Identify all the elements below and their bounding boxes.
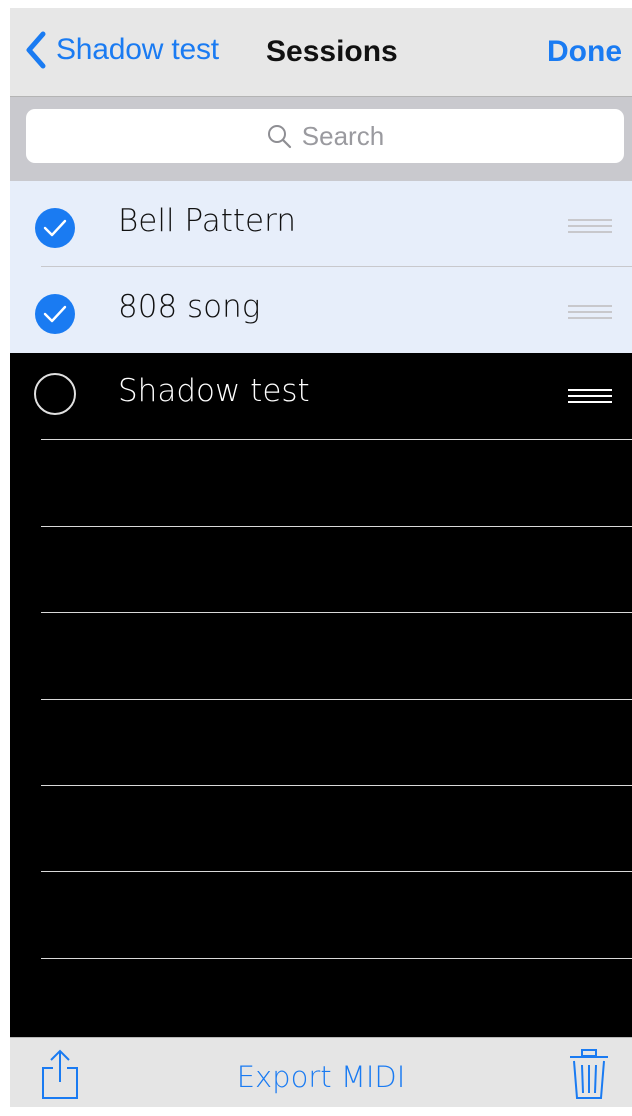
export-midi-button[interactable]: Export MIDI — [237, 1060, 406, 1094]
empty-row-divider — [41, 699, 632, 700]
reorder-grip-icon[interactable] — [568, 389, 612, 403]
empty-row-divider — [41, 958, 632, 959]
export-midi-button-wrap: Export MIDI — [10, 1060, 632, 1094]
session-row-shadow-test[interactable]: Shadow test — [10, 353, 632, 439]
navigation-bar: Shadow test Sessions Done — [10, 8, 632, 97]
empty-row-divider — [41, 526, 632, 527]
trash-icon[interactable] — [568, 1048, 610, 1102]
bottom-toolbar: Export MIDI — [10, 1037, 632, 1107]
search-placeholder: Search — [301, 120, 385, 151]
search-icon — [267, 125, 291, 149]
empty-circle-icon[interactable] — [34, 373, 76, 415]
search-input[interactable]: Search — [26, 109, 624, 163]
reorder-grip-icon[interactable] — [568, 305, 612, 319]
empty-row-divider — [41, 439, 632, 440]
search-bar: Search — [10, 97, 632, 181]
checkmark-circle-icon[interactable] — [34, 293, 76, 335]
session-row-808-song[interactable]: 808 song — [10, 267, 632, 353]
done-button[interactable]: Done — [547, 35, 622, 69]
empty-row-divider — [41, 612, 632, 613]
checkmark-circle-icon[interactable] — [34, 207, 76, 249]
empty-row-divider — [41, 785, 632, 786]
session-name: Shadow test — [118, 373, 310, 409]
chevron-left-icon — [26, 31, 46, 69]
back-button-label: Shadow test — [56, 33, 219, 66]
sessions-screen: Shadow test Sessions Done Search Bell Pa… — [10, 8, 632, 1107]
page-title: Sessions — [266, 35, 398, 68]
empty-row-divider — [41, 871, 632, 872]
session-name: Bell Pattern — [118, 203, 296, 239]
back-button[interactable]: Shadow test — [24, 30, 219, 70]
session-name: 808 song — [118, 289, 261, 325]
reorder-grip-icon[interactable] — [568, 219, 612, 233]
session-row-bell-pattern[interactable]: Bell Pattern — [10, 181, 632, 267]
